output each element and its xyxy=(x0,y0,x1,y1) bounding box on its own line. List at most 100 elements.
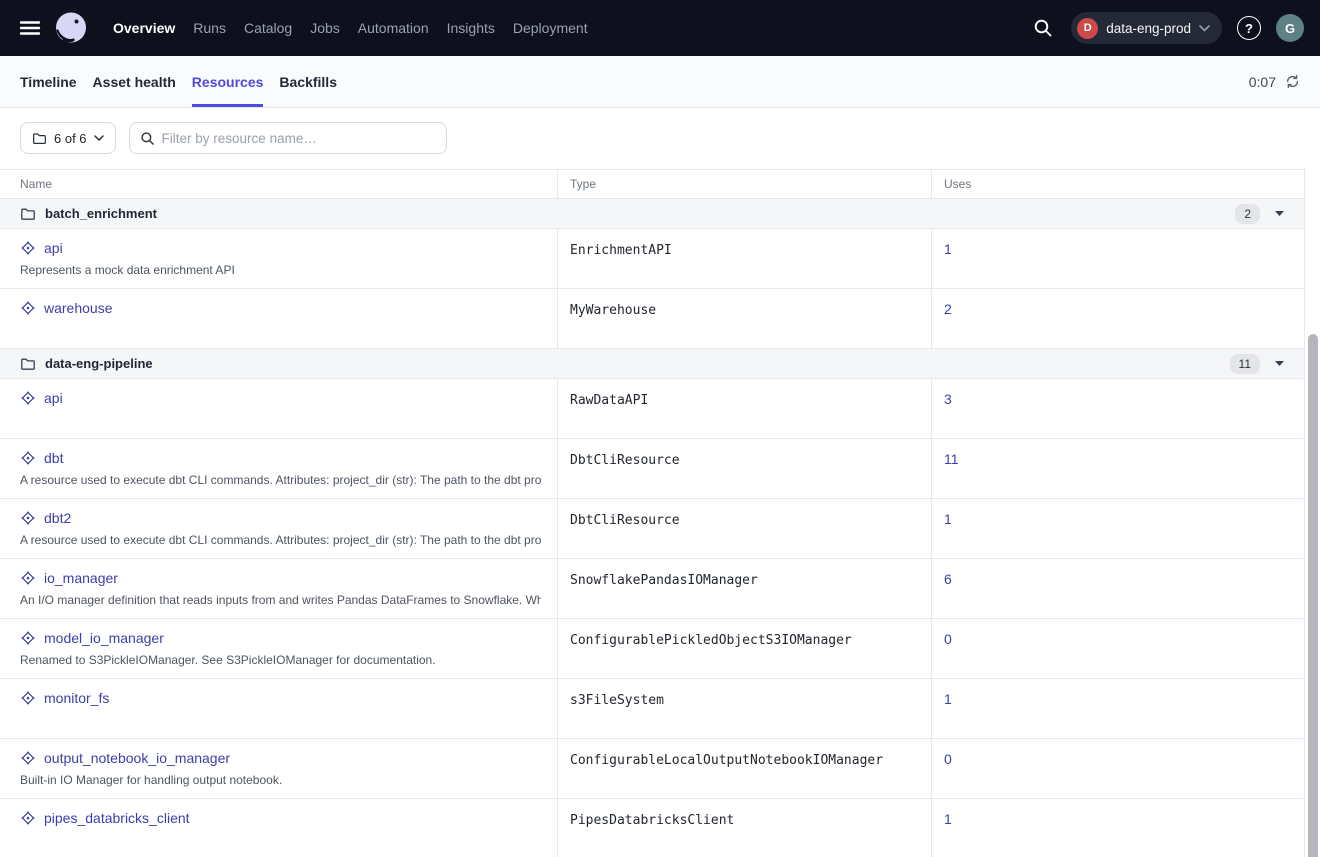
nav-item-runs[interactable]: Runs xyxy=(193,20,226,36)
search-icon xyxy=(140,131,155,146)
resource-name-link[interactable]: api xyxy=(44,240,63,256)
resource-name-link[interactable]: pipes_databricks_client xyxy=(44,810,190,826)
resource-name-link[interactable]: model_io_manager xyxy=(44,630,164,646)
collapse-caret-icon[interactable] xyxy=(1275,361,1284,366)
resource-type: SnowflakePandasIOManager xyxy=(557,559,931,618)
resource-filter-input[interactable] xyxy=(162,131,436,146)
tab-asset-health[interactable]: Asset health xyxy=(93,56,176,107)
resource-type: MyWarehouse xyxy=(557,289,931,348)
resources-table-body: batch_enrichment 2 api Re xyxy=(0,199,1305,857)
resource-icon xyxy=(20,690,36,706)
group-name: batch_enrichment xyxy=(45,206,157,221)
help-icon[interactable]: ? xyxy=(1237,16,1261,40)
nav-item-insights[interactable]: Insights xyxy=(447,20,495,36)
resource-type: DbtCliResource xyxy=(557,439,931,498)
folder-icon xyxy=(20,206,36,222)
primary-nav: Overview Runs Catalog Jobs Automation In… xyxy=(113,20,588,36)
resource-row: api Represents a mock data enrichment AP… xyxy=(0,229,1305,289)
resource-icon xyxy=(20,390,36,406)
resource-group-row[interactable]: data-eng-pipeline 11 xyxy=(0,349,1305,379)
scrollbar-thumb[interactable] xyxy=(1308,334,1318,857)
resource-uses-link[interactable]: 2 xyxy=(944,301,952,317)
nav-item-catalog[interactable]: Catalog xyxy=(244,20,292,36)
resource-name-link[interactable]: dbt xyxy=(44,450,63,466)
refresh-icon[interactable] xyxy=(1285,74,1300,89)
resource-row: dbt A resource used to execute dbt CLI c… xyxy=(0,439,1305,499)
collapse-caret-icon[interactable] xyxy=(1275,211,1284,216)
nav-item-jobs[interactable]: Jobs xyxy=(310,20,340,36)
resource-description: Built-in IO Manager for handling output … xyxy=(20,773,541,787)
resource-name-link[interactable]: output_notebook_io_manager xyxy=(44,750,230,766)
resource-type: PipesDatabricksClient xyxy=(557,799,931,857)
resource-icon xyxy=(20,510,36,526)
group-count-badge: 11 xyxy=(1230,354,1260,374)
resource-uses-link[interactable]: 3 xyxy=(944,391,952,407)
nav-item-automation[interactable]: Automation xyxy=(358,20,429,36)
resource-icon xyxy=(20,300,36,316)
hamburger-menu-icon[interactable] xyxy=(16,14,44,42)
resource-type: ConfigurableLocalOutputNotebookIOManager xyxy=(557,739,931,798)
resource-uses-link[interactable]: 0 xyxy=(944,751,952,767)
resource-row: output_notebook_io_manager Built-in IO M… xyxy=(0,739,1305,799)
resource-uses-link[interactable]: 1 xyxy=(944,511,952,527)
resource-type: s3FileSystem xyxy=(557,679,931,738)
resource-description: Renamed to S3PickleIOManager. See S3Pick… xyxy=(20,653,541,667)
resource-name-link[interactable]: io_manager xyxy=(44,570,118,586)
tab-backfills[interactable]: Backfills xyxy=(279,56,337,107)
code-location-filter-button[interactable]: 6 of 6 xyxy=(20,122,116,154)
top-navigation-bar: Overview Runs Catalog Jobs Automation In… xyxy=(0,0,1320,56)
resource-name-link[interactable]: api xyxy=(44,390,63,406)
resource-description: A resource used to execute dbt CLI comma… xyxy=(20,473,541,487)
resource-uses-link[interactable]: 0 xyxy=(944,631,952,647)
resource-name-link[interactable]: monitor_fs xyxy=(44,690,109,706)
resource-uses-link[interactable]: 1 xyxy=(944,241,952,257)
chevron-down-icon xyxy=(94,135,104,141)
column-header-name: Name xyxy=(0,170,557,198)
resource-filter-field xyxy=(129,122,447,154)
filter-bar: 6 of 6 xyxy=(0,108,1320,154)
resource-row: dbt2 A resource used to execute dbt CLI … xyxy=(0,499,1305,559)
code-location-filter-label: 6 of 6 xyxy=(54,131,87,146)
resource-uses-link[interactable]: 1 xyxy=(944,811,952,827)
deployment-name: data-eng-prod xyxy=(1106,21,1191,36)
deployment-initial-badge: D xyxy=(1077,18,1098,39)
column-header-type: Type xyxy=(557,170,931,198)
group-name: data-eng-pipeline xyxy=(45,356,153,371)
column-header-uses: Uses xyxy=(931,170,1305,198)
overview-tabbar: Timeline Asset health Resources Backfill… xyxy=(0,56,1320,108)
dagster-logo[interactable] xyxy=(52,9,90,47)
resource-row: io_manager An I/O manager definition tha… xyxy=(0,559,1305,619)
nav-item-deployment[interactable]: Deployment xyxy=(513,20,588,36)
resource-icon xyxy=(20,240,36,256)
resource-type: DbtCliResource xyxy=(557,499,931,558)
resource-icon xyxy=(20,570,36,586)
resource-name-link[interactable]: dbt2 xyxy=(44,510,71,526)
resource-icon xyxy=(20,750,36,766)
resource-group-row[interactable]: batch_enrichment 2 xyxy=(0,199,1305,229)
resource-type: EnrichmentAPI xyxy=(557,229,931,288)
resource-name-link[interactable]: warehouse xyxy=(44,300,113,316)
resource-icon xyxy=(20,630,36,646)
tab-resources[interactable]: Resources xyxy=(192,56,264,107)
resource-icon xyxy=(20,450,36,466)
user-avatar[interactable]: G xyxy=(1276,14,1304,42)
resource-uses-link[interactable]: 1 xyxy=(944,691,952,707)
resource-uses-link[interactable]: 11 xyxy=(944,451,959,467)
refresh-countdown: 0:07 xyxy=(1249,74,1276,90)
search-icon[interactable] xyxy=(1030,15,1056,41)
group-count-badge: 2 xyxy=(1235,204,1260,224)
resource-icon xyxy=(20,810,36,826)
deployment-switcher[interactable]: D data-eng-prod xyxy=(1071,12,1222,44)
resource-type: RawDataAPI xyxy=(557,379,931,438)
resource-row: model_io_manager Renamed to S3PickleIOMa… xyxy=(0,619,1305,679)
resource-row: warehouse MyWarehouse 2 xyxy=(0,289,1305,349)
resource-uses-link[interactable]: 6 xyxy=(944,571,952,587)
chevron-down-icon xyxy=(1199,25,1210,32)
nav-item-overview[interactable]: Overview xyxy=(113,20,175,36)
resource-description: Represents a mock data enrichment API xyxy=(20,263,541,277)
resource-row: monitor_fs s3FileSystem 1 xyxy=(0,679,1305,739)
resource-description: An I/O manager definition that reads inp… xyxy=(20,593,541,607)
resource-row: api RawDataAPI 3 xyxy=(0,379,1305,439)
vertical-scrollbar xyxy=(1308,334,1318,857)
tab-timeline[interactable]: Timeline xyxy=(20,56,77,107)
